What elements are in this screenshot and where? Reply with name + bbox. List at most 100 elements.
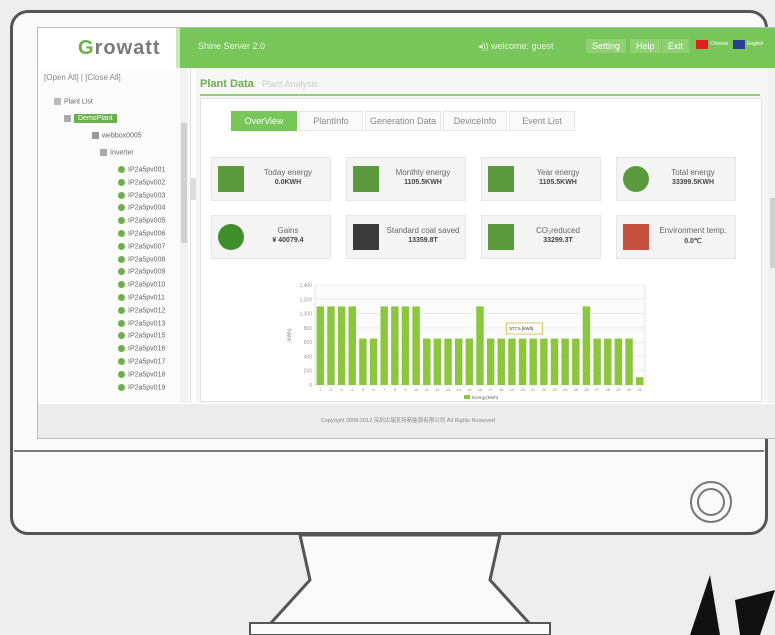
- device-icon: [118, 217, 125, 225]
- lang-english[interactable]: English: [747, 41, 763, 47]
- card-year-energy: Year energy 1105.5KWH: [481, 157, 601, 201]
- x-tick-label: 17: [488, 387, 493, 392]
- bar: [465, 338, 474, 385]
- help-button[interactable]: Help: [630, 39, 661, 53]
- main-scrollbar[interactable]: [768, 68, 775, 403]
- subtab-event-list[interactable]: Event List: [509, 111, 575, 131]
- exit-button[interactable]: Exit: [662, 39, 690, 53]
- x-tick-label: 29: [616, 387, 621, 392]
- plant-list-icon: [54, 98, 61, 105]
- y-tick-label: 200: [304, 369, 313, 375]
- device-icon: [118, 306, 125, 314]
- tree-device[interactable]: IP2a5pv015: [118, 332, 165, 340]
- device-icon: [118, 294, 125, 301]
- top-bar: Growatt Shine Server 2.0 ◂)) welcome: gu…: [38, 28, 775, 68]
- tree-device-label: IP2a5pv004: [128, 204, 166, 212]
- legend-swatch: [464, 395, 470, 399]
- tree-device[interactable]: IP2a5pv006: [118, 230, 165, 237]
- uk-flag-icon[interactable]: [733, 40, 745, 49]
- y-axis-label: (kWh): [287, 328, 293, 342]
- bar: [412, 306, 420, 385]
- card-gains: Gains ¥ 40079.4: [211, 215, 331, 259]
- device-icon: [118, 383, 125, 391]
- bar: [391, 306, 399, 385]
- tree-device-label: IP2a5pv001: [128, 166, 166, 174]
- webbox-icon: [92, 132, 99, 139]
- dollar-icon: [218, 224, 244, 250]
- tree-device-label: IP2a5pv006: [128, 230, 166, 238]
- device-icon: [118, 281, 125, 289]
- bar: [582, 306, 591, 385]
- tree-device[interactable]: IP2a5pv016: [118, 345, 166, 353]
- tree-device[interactable]: IP2a5pv012: [118, 306, 166, 315]
- device-icon: [118, 230, 125, 237]
- x-tick-label: 15: [467, 387, 472, 392]
- tree-device[interactable]: IP2a5pv013: [118, 319, 165, 327]
- tree-device-label: IP2a5pv016: [128, 345, 166, 353]
- y-tick-label: 800: [304, 326, 313, 332]
- plant-icon: [64, 115, 71, 122]
- bar: [454, 338, 463, 385]
- x-tick-label: 6: [372, 387, 375, 392]
- sidebar-scrollbar[interactable]: [180, 68, 188, 403]
- lang-chinese[interactable]: Chinese: [710, 41, 728, 47]
- tree-device-label: IP2a5pv012: [128, 307, 166, 315]
- x-tick-label: 4: [351, 387, 354, 392]
- monitor-frame: Growatt Shine Server 2.0 ◂)) welcome: gu…: [10, 10, 775, 535]
- subtab-deviceinfo[interactable]: DeviceInfo: [443, 111, 507, 131]
- monitor-stand: [249, 535, 551, 635]
- device-icon: [118, 255, 125, 263]
- tree-device[interactable]: IP2a5pv017: [118, 358, 165, 365]
- calendar-bars-icon: [353, 166, 379, 192]
- bar: [508, 338, 516, 385]
- tree-device[interactable]: IP2a5pv003: [118, 191, 165, 199]
- tree-device-label: IP2a5pv009: [128, 268, 166, 276]
- x-tick-label: 14: [456, 387, 461, 392]
- energy-bar-chart: 02004006008001,0001,2001,400(kWh)1 2 3 4 5 6 7…: [287, 283, 646, 400]
- tab-plant-analysis[interactable]: Plant Analysis: [262, 76, 332, 92]
- bar: [380, 306, 388, 385]
- bar: [561, 338, 569, 385]
- welcome-text: ◂)) welcome: guest: [478, 41, 554, 51]
- tree-device[interactable]: IP2a5pv005: [118, 217, 165, 225]
- energy-graph-icon: [218, 166, 244, 192]
- device-icon: [118, 191, 125, 199]
- tree-device[interactable]: IP2a5pv011: [118, 294, 165, 301]
- bar: [348, 306, 356, 385]
- subtab-overview[interactable]: OverView: [231, 111, 297, 131]
- x-tick-label: 20: [520, 387, 525, 392]
- x-tick-label: 11: [425, 387, 430, 392]
- tree-device[interactable]: IP2a5pv004: [118, 204, 166, 212]
- bar: [433, 338, 442, 385]
- tree-root[interactable]: Plant List: [54, 98, 93, 105]
- card-coal-saved: Standard coal saved 13359.8T: [346, 215, 466, 259]
- tree-plant[interactable]: DemoPlant: [64, 114, 117, 124]
- tree-device[interactable]: IP2a5pv007: [118, 242, 165, 250]
- device-icon: [118, 358, 125, 365]
- tree-device[interactable]: IP2a5pv009: [118, 268, 166, 276]
- tree-device[interactable]: IP2a5pv018: [118, 370, 165, 378]
- tree-device[interactable]: IP2a5pv019: [118, 383, 165, 391]
- tree-device[interactable]: IP2a5pv001: [118, 166, 165, 173]
- subtab-generation-data[interactable]: Generation Data: [365, 111, 441, 131]
- tree-device[interactable]: IP2a5pv008: [118, 255, 165, 263]
- tree-device[interactable]: IP2a5pv010: [118, 281, 165, 289]
- setting-button[interactable]: Setting: [586, 39, 627, 53]
- co2-icon: [488, 224, 514, 250]
- open-close-links[interactable]: [Open All] | [Close All]: [44, 73, 121, 82]
- x-tick-label: 10: [414, 387, 419, 392]
- x-tick-label: 12: [435, 387, 440, 392]
- tab-plant-data[interactable]: Plant Data: [200, 76, 260, 92]
- bar: [625, 338, 633, 385]
- china-flag-icon[interactable]: [696, 40, 708, 49]
- tree-device-label: IP2a5pv017: [128, 358, 166, 366]
- x-tick-label: 30: [627, 387, 632, 392]
- subtab-plantinfo[interactable]: PlantInfo: [299, 111, 363, 131]
- bar: [635, 377, 644, 385]
- tree-webbox[interactable]: webbox0005: [92, 132, 142, 139]
- tree-device[interactable]: IP2a5pv002: [118, 178, 165, 186]
- bar: [423, 338, 431, 385]
- y-tick-label: 1,200: [299, 297, 312, 303]
- tree-inverter[interactable]: Inverter: [100, 149, 134, 156]
- bar: [486, 338, 495, 385]
